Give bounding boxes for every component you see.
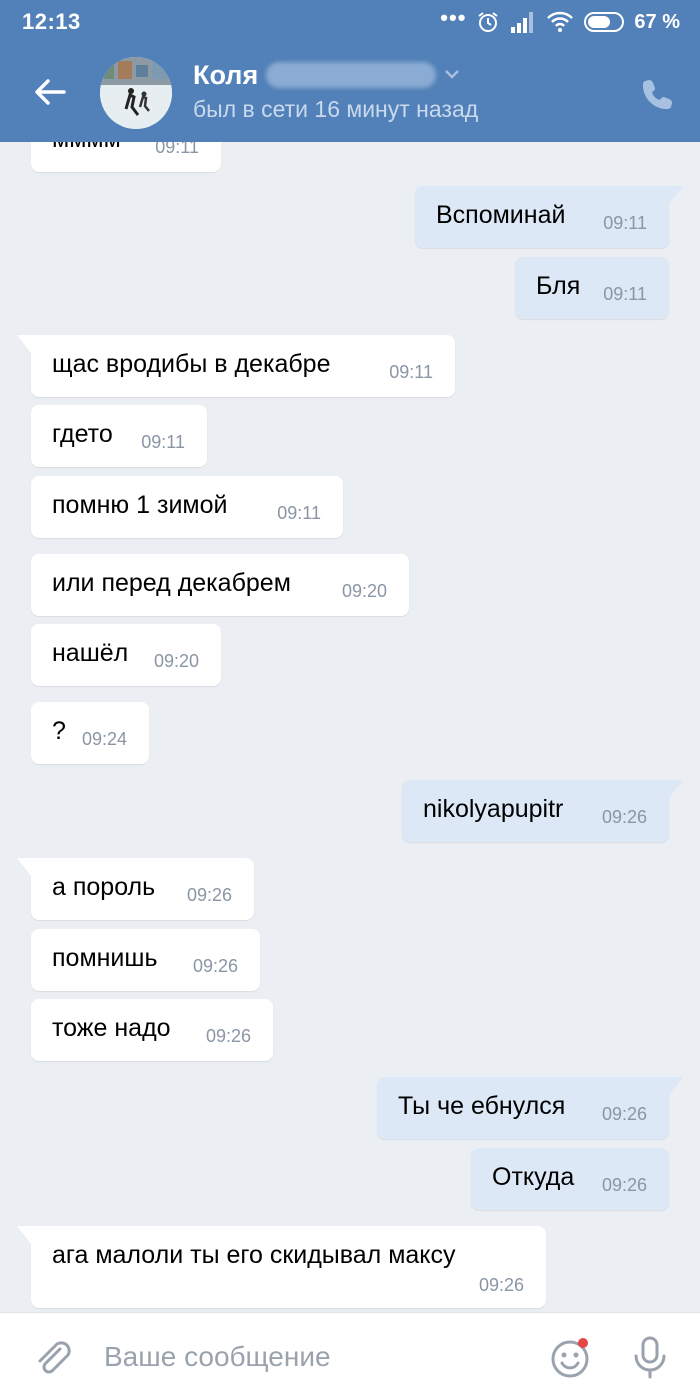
bubble-tail [661,186,683,204]
message-bubble[interactable]: nikolyapupitr 09:26 [402,780,683,842]
bubble-tail [17,335,39,353]
message-text: Ты че ебнулся [398,1092,566,1120]
message-time: 09:20 [341,581,387,601]
chevron-down-icon[interactable] [442,64,462,84]
message-composer [0,1312,700,1400]
status-time: 12:13 [22,9,81,34]
signal-icon [511,12,534,33]
message-bubble[interactable]: ? 09:24 [31,702,149,764]
message-text: Бля [536,272,581,300]
back-button[interactable] [28,70,72,114]
message-bubble[interactable]: гдето 09:11 [31,405,207,467]
message-time: 09:11 [603,284,647,304]
wifi-icon [547,11,574,32]
bubble-tail [17,858,39,876]
microphone-icon[interactable] [630,1335,670,1379]
message-time: 09:11 [603,213,647,233]
message-text: или перед декабрем [52,569,291,597]
back-arrow-icon [35,79,66,105]
message-time: 09:26 [601,807,647,827]
message-text: нашёл [52,639,129,667]
message-text: мммм [52,142,121,154]
message-bubble[interactable]: помнишь 09:26 [31,929,260,991]
chat-header: 12:13 ••• 67 % Коля был в сети 16 минут … [0,0,700,142]
more-notifications-icon: ••• [440,5,467,30]
message-text: щас вродибы в декабре [52,350,331,378]
message-time: 09:20 [153,651,199,671]
message-text: тоже надо [52,1014,171,1042]
message-text: ? [52,717,66,745]
avatar[interactable] [100,57,172,129]
message-time: 09:26 [186,885,232,905]
message-time: 09:11 [141,432,185,452]
message-time: 09:11 [155,142,199,157]
avatar-photo [100,57,172,129]
message-text: Откуда [492,1163,575,1191]
message-bubble[interactable]: Откуда 09:26 [471,1148,669,1210]
message-bubble[interactable]: ага малоли ты его скидывал максу 09:26 [17,1226,546,1308]
message-text: Вспоминай [436,201,566,229]
emoji-icon[interactable] [548,1335,592,1379]
bubble-tail [661,780,683,798]
message-input[interactable] [104,1337,524,1377]
phone-icon[interactable] [638,74,678,114]
message-time: 09:24 [81,729,127,749]
message-bubble[interactable]: или перед декабрем 09:20 [31,554,409,616]
redacted-surname [266,62,436,88]
message-bubble[interactable]: а пороль 09:26 [17,858,254,920]
contact-name[interactable]: Коля [193,60,258,91]
message-time: 09:26 [601,1175,647,1195]
message-text: гдето [52,420,113,448]
message-time: 09:26 [205,1026,251,1046]
message-bubble[interactable]: тоже надо 09:26 [31,999,273,1061]
paperclip-icon[interactable] [30,1335,74,1379]
message-bubble[interactable]: щас вродибы в декабре 09:11 [17,335,455,397]
status-bar: 12:13 ••• 67 % [0,0,700,44]
message-list[interactable]: мммм 09:11 Вспоминай 09:11 Бля 09:11 щас… [0,142,700,1312]
message-bubble[interactable]: помню 1 зимой 09:11 [31,476,343,538]
message-text: nikolyapupitr [423,795,564,823]
message-bubble[interactable]: мммм 09:11 [31,142,221,172]
bubble-tail [661,1077,683,1095]
status-icons: ••• 67 % [440,5,680,35]
bubble-tail [17,1226,39,1244]
battery-icon [584,12,625,32]
alarm-icon [478,12,499,32]
message-time: 09:26 [192,956,238,976]
battery-percent: 67 % [634,10,680,33]
message-time: 09:26 [601,1104,647,1124]
message-time: 09:11 [277,503,321,523]
message-time: 09:11 [389,362,433,382]
message-time: 09:26 [478,1275,524,1295]
last-seen-status: был в сети 16 минут назад [193,96,479,122]
message-bubble[interactable]: Ты че ебнулся 09:26 [377,1077,683,1139]
message-text: помнишь [52,944,158,972]
message-text: помню 1 зимой [52,491,228,519]
message-bubble[interactable]: Вспоминай 09:11 [415,186,683,248]
message-bubble[interactable]: нашёл 09:20 [31,624,221,686]
message-text: а пороль [52,873,156,901]
message-text: ага малоли ты его скидывал максу [52,1241,456,1269]
message-bubble[interactable]: Бля 09:11 [515,257,669,319]
